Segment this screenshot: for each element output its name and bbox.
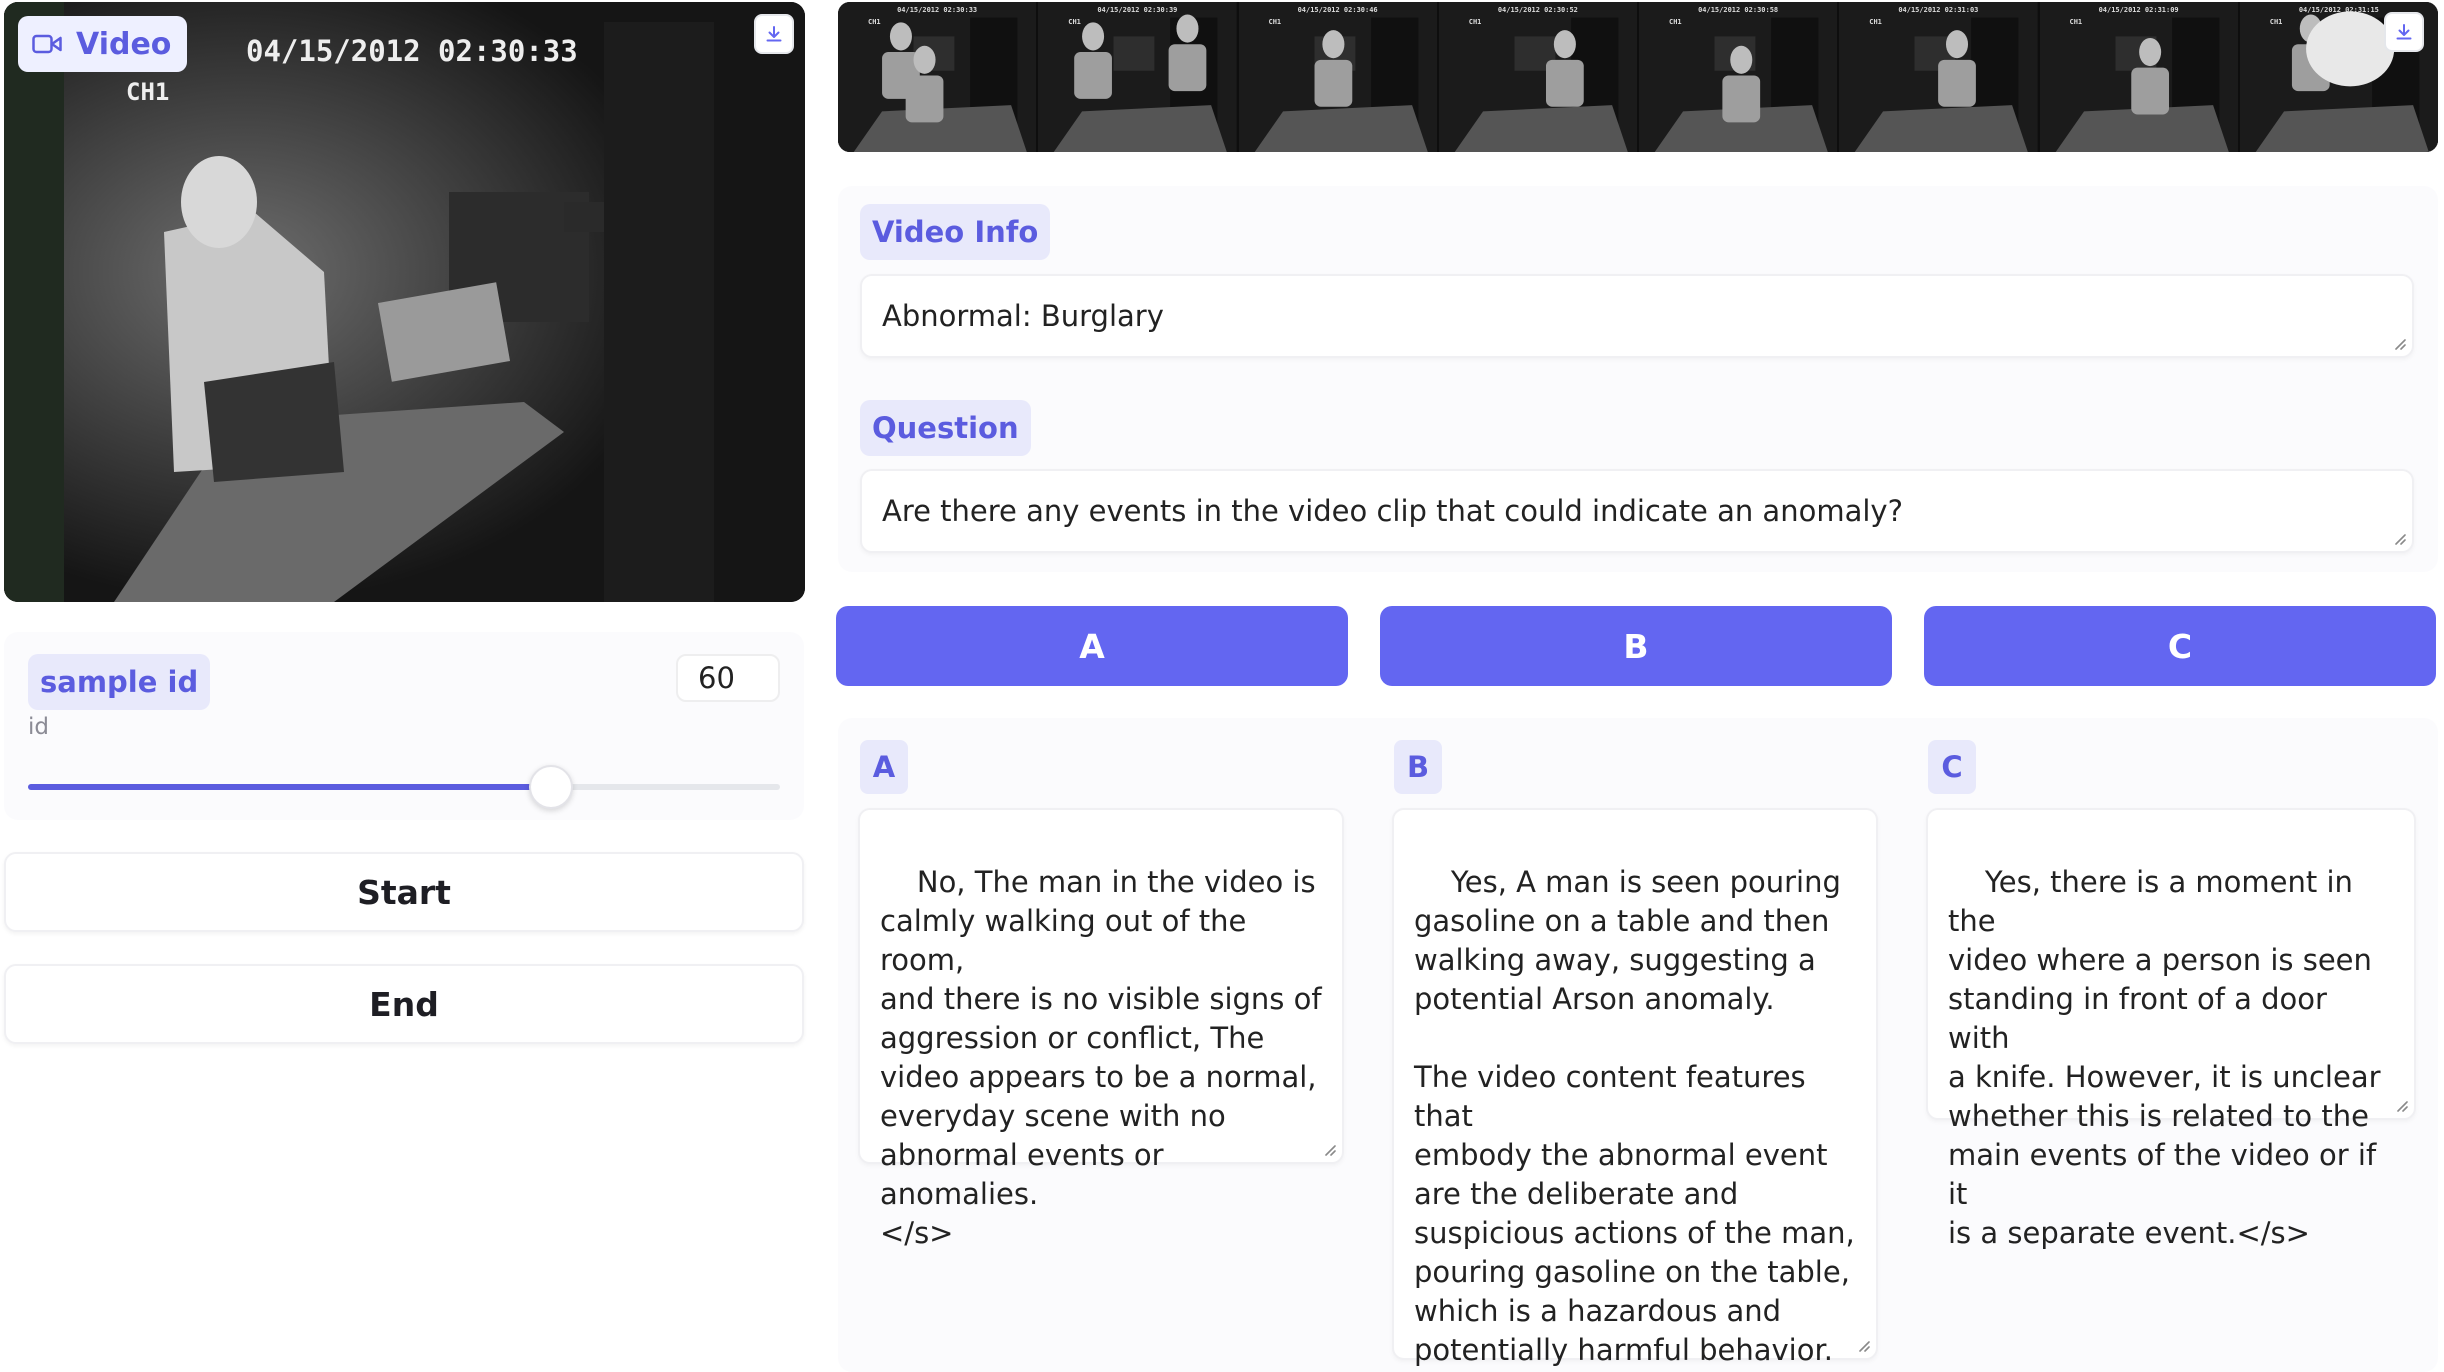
frame-thumbnail[interactable]: 04/15/2012 02:30:52 CH1 — [1438, 2, 1637, 152]
answers-card: A No, The man in the video is calmly wal… — [838, 718, 2438, 1372]
frame-channel: CH1 — [868, 18, 881, 26]
answer-b-textbox[interactable]: Yes, A man is seen pouring gasoline on a… — [1392, 808, 1878, 1367]
frame-channel: CH1 — [2069, 18, 2083, 26]
frame-channel: CH1 — [1268, 18, 1282, 26]
slider-fill — [28, 784, 551, 790]
frame-thumbnail[interactable]: 04/15/2012 02:30:39 CH1 — [1038, 2, 1237, 152]
frame-timestamp: 04/15/2012 02:31:09 — [2098, 6, 2179, 14]
frame-timestamp: 04/15/2012 02:30:52 — [1497, 6, 1578, 14]
question-value: Are there any events in the video clip t… — [882, 494, 1903, 528]
slider-thumb[interactable] — [528, 765, 573, 809]
sample-id-label: sample id — [28, 654, 211, 710]
answer-a-text: No, The man in the video is calmly walki… — [880, 865, 1322, 1250]
frame-channel: CH1 — [1068, 18, 1081, 26]
frame-thumbnail[interactable]: 04/15/2012 02:30:33 CH1 — [838, 2, 1037, 152]
video-player[interactable]: 04/15/2012 02:30:33 CH1 Video — [4, 2, 805, 602]
answer-a-textbox[interactable]: No, The man in the video is calmly walki… — [858, 808, 1344, 1250]
download-icon — [2396, 24, 2412, 40]
question-field[interactable]: Are there any events in the video clip t… — [860, 469, 2414, 553]
gallery-download-button[interactable] — [2384, 12, 2424, 52]
sample-id-slider[interactable] — [28, 765, 780, 809]
frame-channel: CH1 — [2269, 18, 2283, 26]
answer-b-text: Yes, A man is seen pouring gasoline on a… — [1414, 865, 1855, 1367]
video-download-button[interactable] — [754, 14, 794, 54]
frame-channel: CH1 — [1869, 18, 1882, 26]
frame-channel: CH1 — [1669, 18, 1682, 26]
resize-handle-icon — [2395, 339, 2406, 350]
video-label-text: Video — [76, 26, 172, 62]
frame-timestamp: 04/15/2012 02:30:46 — [1297, 6, 1378, 14]
frame-timestamp: 04/15/2012 02:30:39 — [1097, 6, 1178, 14]
answer-c-text: Yes, there is a moment in the video wher… — [1948, 865, 2381, 1250]
download-icon — [766, 26, 782, 42]
video-label: Video — [18, 16, 188, 72]
answer-c-textbox[interactable]: Yes, there is a moment in the video wher… — [1926, 808, 2416, 1250]
end-button[interactable]: End — [4, 964, 804, 1044]
video-info-label: Video Info — [860, 204, 1051, 260]
video-info-value: Abnormal: Burglary — [882, 299, 1164, 333]
answer-c-label: C — [1928, 740, 1976, 794]
frame-timestamp: 04/15/2012 02:31:03 — [1898, 6, 1979, 14]
resize-handle-icon — [2395, 534, 2406, 545]
frame-thumbnail[interactable]: 04/15/2012 02:31:03 CH1 — [1839, 2, 2038, 152]
choice-a-button[interactable]: A — [836, 606, 1348, 686]
choice-b-button[interactable]: B — [1380, 606, 1892, 686]
frame-timestamp: 04/15/2012 02:30:33 — [897, 6, 978, 14]
choice-c-button[interactable]: C — [1924, 606, 2436, 686]
frame-thumbnail[interactable]: 04/15/2012 02:30:58 CH1 — [1639, 2, 1838, 152]
video-channel: CH1 — [126, 78, 170, 106]
frame-gallery: 04/15/2012 02:30:33 CH1 04/15/2012 02:30:3… — [838, 2, 2438, 152]
video-info-field[interactable]: Abnormal: Burglary — [860, 274, 2414, 358]
resize-handle-icon — [1325, 1145, 1336, 1156]
answer-b-label: B — [1394, 740, 1442, 794]
frame-thumbnail[interactable]: 04/15/2012 02:30:46 CH1 — [1238, 2, 1437, 152]
resize-handle-icon — [2397, 1101, 2408, 1112]
question-label: Question — [860, 400, 1031, 456]
sample-id-number-input[interactable]: 60 — [676, 654, 780, 702]
video-timestamp: 04/15/2012 02:30:33 — [246, 34, 578, 68]
info-card: Video Info Abnormal: Burglary Question A… — [838, 186, 2438, 572]
resize-handle-icon — [1859, 1341, 1870, 1352]
start-button[interactable]: Start — [4, 852, 804, 932]
frame-channel: CH1 — [1468, 18, 1482, 26]
sample-id-card: sample id 60 id — [4, 632, 804, 820]
video-camera-icon — [32, 34, 62, 54]
answer-a-label: A — [860, 740, 908, 794]
video-frame — [4, 2, 805, 602]
sample-id-sublabel: id — [28, 714, 49, 740]
frame-timestamp: 04/15/2012 02:30:58 — [1698, 6, 1779, 14]
frame-thumbnail[interactable]: 04/15/2012 02:31:09 CH1 — [2039, 2, 2238, 152]
